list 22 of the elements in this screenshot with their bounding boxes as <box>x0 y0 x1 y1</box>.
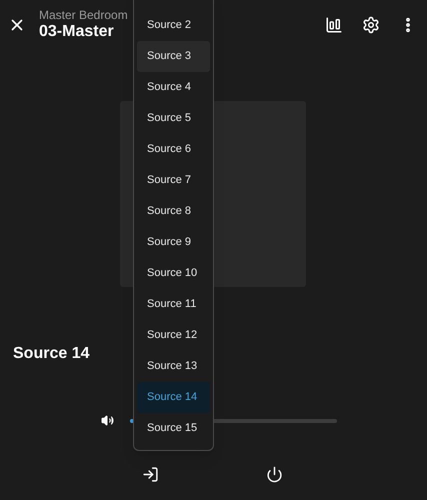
source-option[interactable]: Source 15 <box>137 413 210 444</box>
source-option[interactable]: Source 3 <box>137 41 210 72</box>
room-subtitle: Master Bedroom <box>39 8 128 23</box>
player-title: 03-Master <box>39 22 115 42</box>
input-icon[interactable] <box>142 466 159 483</box>
power-icon[interactable] <box>266 466 283 483</box>
source-option[interactable]: Source 9 <box>137 227 210 258</box>
source-option[interactable]: Source 13 <box>137 351 210 382</box>
source-option[interactable]: Source 6 <box>137 134 210 165</box>
source-option[interactable]: Source 7 <box>137 165 210 196</box>
chart-icon[interactable] <box>325 16 343 34</box>
source-option[interactable]: Source 5 <box>137 103 210 134</box>
now-playing-source: Source 14 <box>13 344 90 364</box>
volume-icon <box>101 414 114 427</box>
source-option[interactable]: Source 10 <box>137 258 210 289</box>
source-option[interactable]: Source 11 <box>137 289 210 320</box>
source-option[interactable]: Source 12 <box>137 320 210 351</box>
source-option[interactable]: Source 8 <box>137 196 210 227</box>
source-option[interactable]: Source 14 <box>137 382 210 413</box>
settings-icon[interactable] <box>362 16 380 34</box>
source-option[interactable]: Source 4 <box>137 72 210 103</box>
source-option[interactable]: Source 2 <box>137 10 210 41</box>
